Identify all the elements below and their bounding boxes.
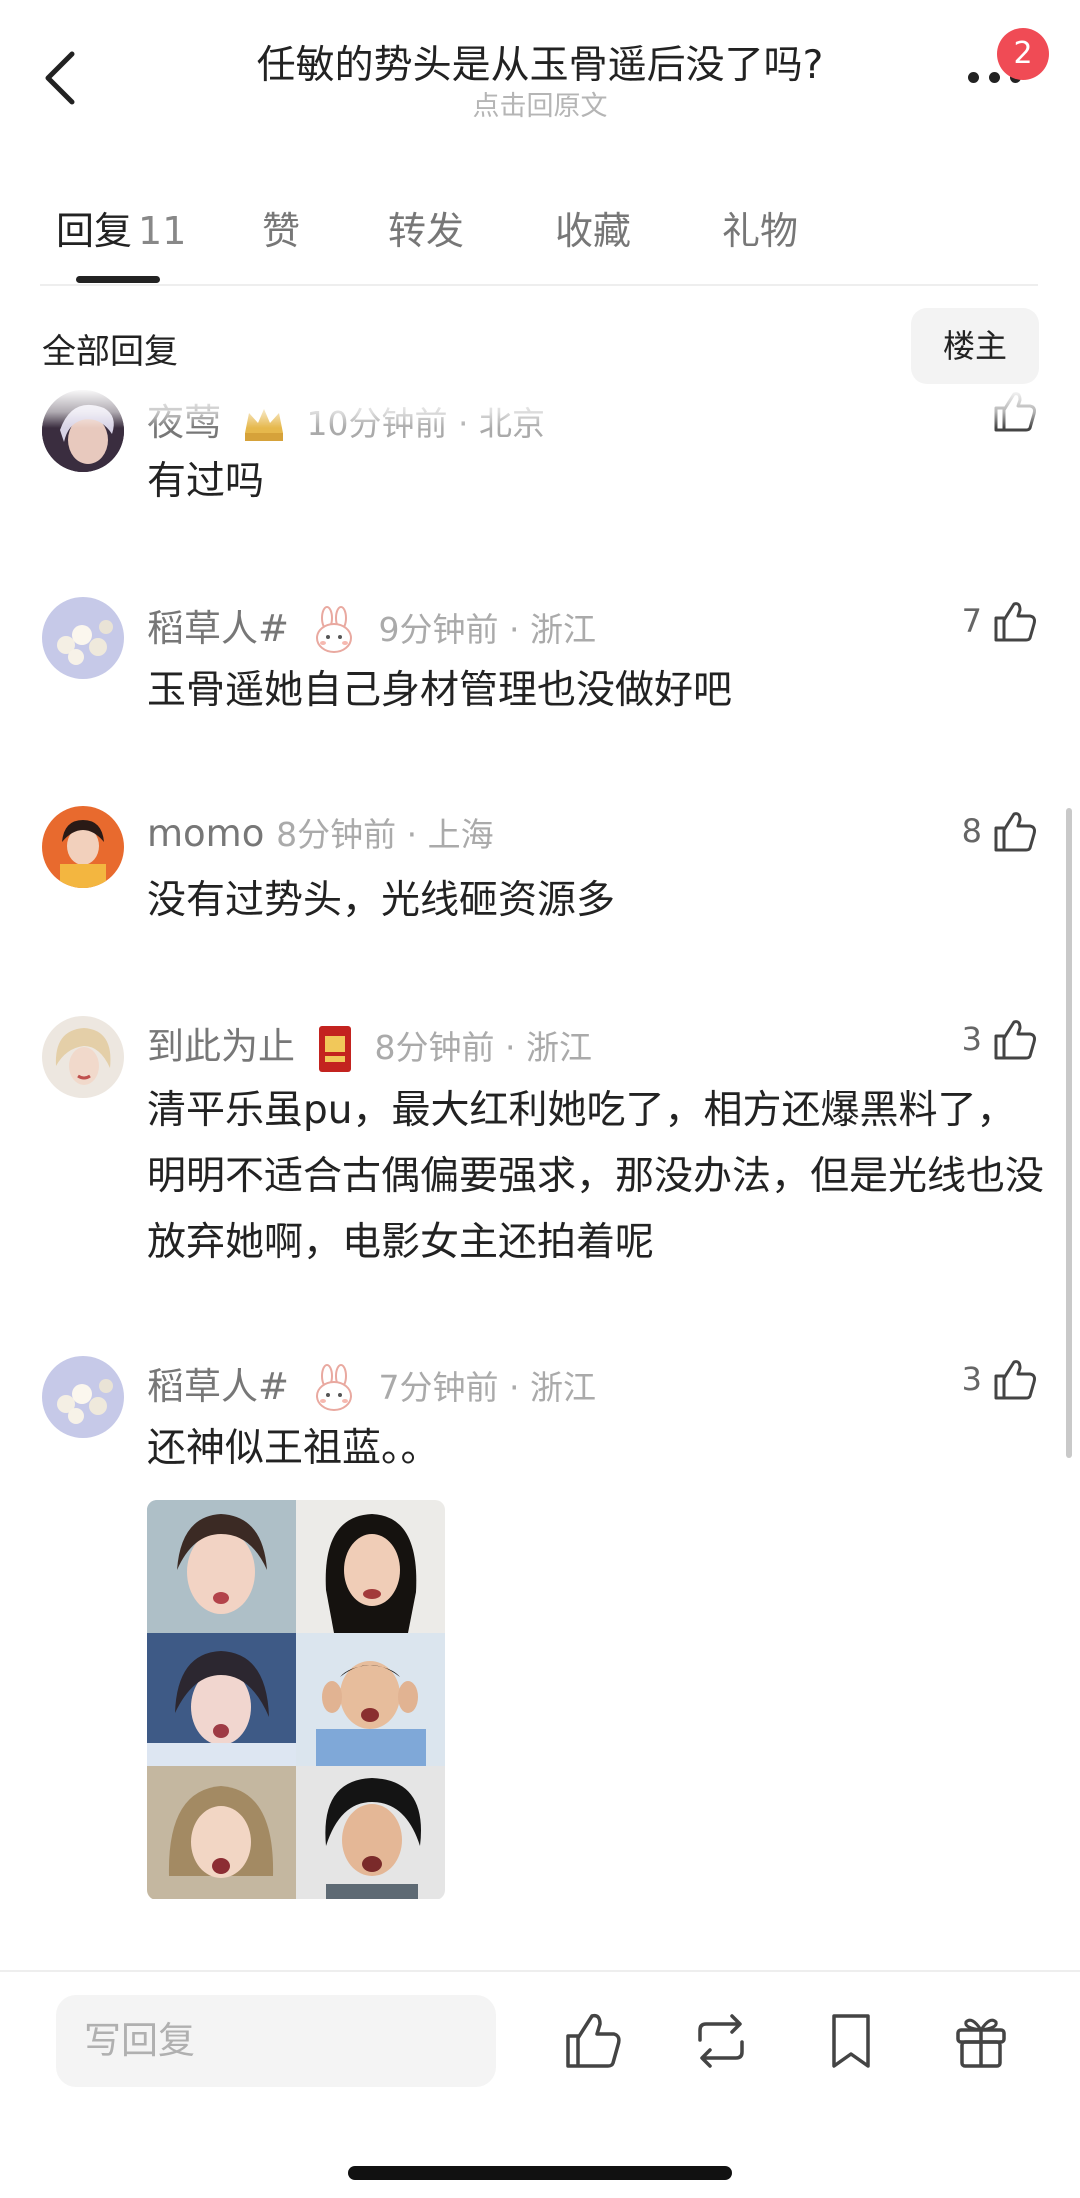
- comment-text: 清平乐虽pu，最大红利她吃了，相方还爆黑料了，明明不适合古偶偏要强求，那没办法，…: [147, 1088, 1045, 1265]
- divider: [0, 1970, 1080, 1972]
- bookmark-button[interactable]: [820, 2010, 882, 2072]
- home-indicator: [348, 2166, 732, 2180]
- divider: [40, 284, 1038, 286]
- photo-cell: [147, 1500, 296, 1633]
- comment-time: 7分钟前 · 浙江: [378, 1368, 597, 1407]
- thumbs-up-icon: [566, 2013, 621, 2068]
- thumbs-up-icon: [994, 1360, 1036, 1400]
- gift-button[interactable]: [950, 2010, 1012, 2072]
- like-post-button[interactable]: [562, 2010, 624, 2072]
- like-count: 3: [961, 1020, 982, 1058]
- thumbs-up-icon: [994, 1020, 1036, 1060]
- tab-gifts[interactable]: 礼物: [722, 200, 798, 255]
- avatar[interactable]: [42, 597, 124, 679]
- comment-text: 玉骨遥她自己身材管理也没做好吧: [147, 668, 733, 713]
- avatar[interactable]: [42, 1016, 124, 1098]
- photo-cell: [296, 1766, 445, 1899]
- more-dots-icon: [968, 72, 979, 83]
- scroll-fade: [0, 388, 1080, 428]
- tab-indicator: [76, 276, 160, 283]
- like-button[interactable]: 3: [962, 1356, 1038, 1402]
- tab-reposts[interactable]: 转发: [388, 200, 464, 255]
- comment-meta: 到此为止 8分钟前 · 浙江: [147, 1016, 592, 1074]
- tab-favorites[interactable]: 收藏: [555, 200, 631, 255]
- reply-input[interactable]: 写回复: [56, 1995, 496, 2087]
- comment-meta: momo 8分钟前 · 上海: [147, 808, 494, 856]
- back-to-original-link[interactable]: 点击回原文: [0, 84, 1080, 123]
- comment-text: 没有过势头，光线砸资源多: [147, 878, 616, 923]
- thumbs-up-icon: [994, 602, 1036, 642]
- username[interactable]: 稻草人#: [147, 607, 289, 650]
- bookmark-icon: [832, 2014, 870, 2068]
- tab-count: 11: [138, 209, 187, 253]
- like-button[interactable]: 3: [962, 1016, 1038, 1062]
- avatar-image: [42, 597, 124, 679]
- thumbs-up-icon: [994, 812, 1036, 852]
- op-only-button[interactable]: 楼主: [911, 308, 1039, 384]
- like-button[interactable]: 7: [962, 598, 1038, 644]
- avatar[interactable]: [42, 806, 124, 888]
- avatar-image: [42, 806, 124, 888]
- scrollbar[interactable]: [1066, 808, 1072, 1458]
- gift-icon: [956, 2018, 1006, 2068]
- photo-cell: [296, 1633, 445, 1766]
- like-count: 3: [961, 1360, 982, 1398]
- bunny-badge-icon: [309, 1363, 359, 1414]
- notification-badge[interactable]: 2: [997, 28, 1049, 80]
- avatar-image: [42, 1016, 124, 1098]
- repost-icon: [698, 2014, 744, 2068]
- tab-replies[interactable]: 回复 11: [56, 200, 186, 255]
- comment-time: 9分钟前 · 浙江: [378, 610, 597, 649]
- comment-text: 有过吗: [147, 459, 265, 504]
- like-button[interactable]: 8: [962, 808, 1038, 854]
- photo-cell: [296, 1500, 445, 1633]
- comment-meta: 稻草人# 7分钟前 · 浙江: [147, 1356, 596, 1414]
- page-title[interactable]: 任敏的势头是从玉骨遥后没了吗?: [0, 34, 1080, 90]
- reply-image[interactable]: [147, 1500, 445, 1900]
- username[interactable]: momo: [147, 812, 264, 855]
- like-count: 7: [961, 602, 982, 640]
- comment-time: 8分钟前 · 浙江: [374, 1028, 592, 1067]
- tab-likes[interactable]: 赞: [262, 200, 300, 255]
- repost-button[interactable]: [690, 2010, 752, 2072]
- avatar-image: [42, 1356, 124, 1438]
- red-card-badge-icon: [317, 1024, 353, 1074]
- username[interactable]: 到此为止: [147, 1025, 295, 1068]
- photo-cell: [147, 1766, 296, 1899]
- like-count: 8: [961, 812, 982, 850]
- all-replies-label[interactable]: 全部回复: [42, 324, 178, 373]
- comment-time: 8分钟前 · 上海: [276, 815, 494, 854]
- username[interactable]: 稻草人#: [147, 1365, 289, 1408]
- avatar[interactable]: [42, 1356, 124, 1438]
- comment-text: 还神似王祖蓝。。: [147, 1426, 440, 1471]
- bunny-badge-icon: [309, 605, 359, 656]
- tab-label: 回复: [56, 209, 133, 253]
- comment-meta: 稻草人# 9分钟前 · 浙江: [147, 598, 596, 656]
- photo-cell: [147, 1633, 296, 1766]
